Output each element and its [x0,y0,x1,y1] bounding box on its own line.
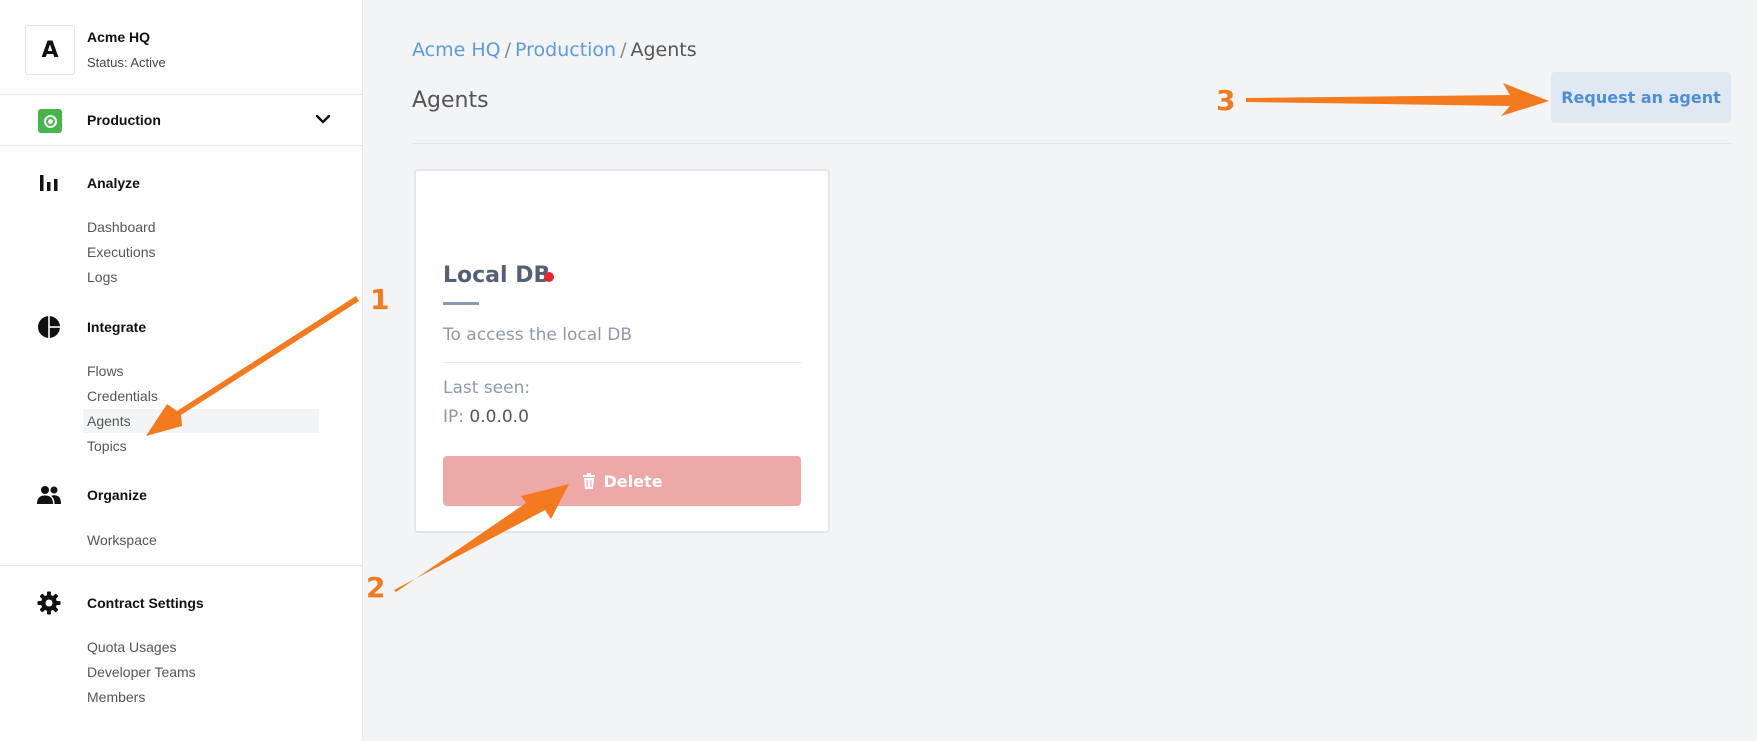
last-seen-label: Last seen: [443,378,531,398]
sidebar-item-logs[interactable]: Logs [83,265,319,289]
sidebar-item-dashboard[interactable]: Dashboard [83,215,319,239]
sidebar-item-quota-usages[interactable]: Quota Usages [83,635,319,659]
section-title-integrate: Integrate [87,319,147,335]
org-avatar: A [25,25,75,75]
breadcrumb-link-org[interactable]: Acme HQ [412,39,501,61]
sidebar-item-workspace[interactable]: Workspace [83,528,319,552]
sidebar-item-flows[interactable]: Flows [83,359,319,383]
org-status: Status: Active [87,55,166,70]
section-contract-settings: Contract Settings [0,588,363,618]
sidebar: A Acme HQ Status: Active Production Anal… [0,0,363,741]
title-underline [443,302,479,305]
breadcrumb-link-environment[interactable]: Production [515,39,616,61]
section-title-contract-settings: Contract Settings [87,595,204,611]
chevron-down-icon[interactable] [313,109,333,129]
bar-chart-icon [40,175,58,191]
section-title-organize: Organize [87,487,147,503]
sidebar-item-topics[interactable]: Topics [83,434,319,458]
annotation-arrow-3 [1246,83,1549,116]
environment-icon [38,109,62,133]
agent-card: Local DB To access the local DB Last see… [414,169,830,533]
page-title: Agents [412,88,489,113]
pie-chart-icon [38,316,60,338]
agent-name: Local DB [443,263,551,288]
gear-icon [37,591,61,615]
agent-description: To access the local DB [443,325,633,345]
ip-label: IP: [443,407,464,427]
breadcrumb-separator: / [504,39,511,61]
org-switcher[interactable]: A Acme HQ Status: Active [0,0,363,95]
header-divider [412,143,1731,144]
sidebar-item-agents[interactable]: Agents [83,409,319,433]
agent-ip: IP: 0.0.0.0 [443,407,529,427]
section-title-analyze: Analyze [87,175,140,191]
sidebar-item-developer-teams[interactable]: Developer Teams [83,660,319,684]
people-icon [37,486,61,504]
annotation-number-1: 1 [370,283,390,316]
delete-agent-button[interactable]: Delete [443,456,801,506]
sidebar-item-executions[interactable]: Executions [83,240,319,264]
section-organize: Organize [0,480,363,510]
agent-last-seen: Last seen: [443,378,530,398]
environment-name: Production [87,112,161,128]
status-dot-icon [544,272,554,282]
org-name: Acme HQ [87,29,151,45]
sidebar-divider [0,565,363,566]
breadcrumb-separator: / [620,39,627,61]
sidebar-item-members[interactable]: Members [83,685,319,709]
request-agent-button[interactable]: Request an agent [1551,72,1731,123]
section-analyze: Analyze [0,168,363,198]
environment-selector[interactable]: Production [0,95,363,146]
annotation-number-2: 2 [366,571,386,604]
ip-value: 0.0.0.0 [469,407,529,427]
breadcrumb-current: Agents [630,39,697,61]
breadcrumb: Acme HQ / Production / Agents [412,39,697,61]
annotation-number-3: 3 [1216,84,1236,117]
trash-icon [582,473,595,489]
sidebar-item-credentials[interactable]: Credentials [83,384,319,408]
card-divider [443,362,801,363]
section-integrate: Integrate [0,312,363,342]
delete-label: Delete [603,471,663,491]
